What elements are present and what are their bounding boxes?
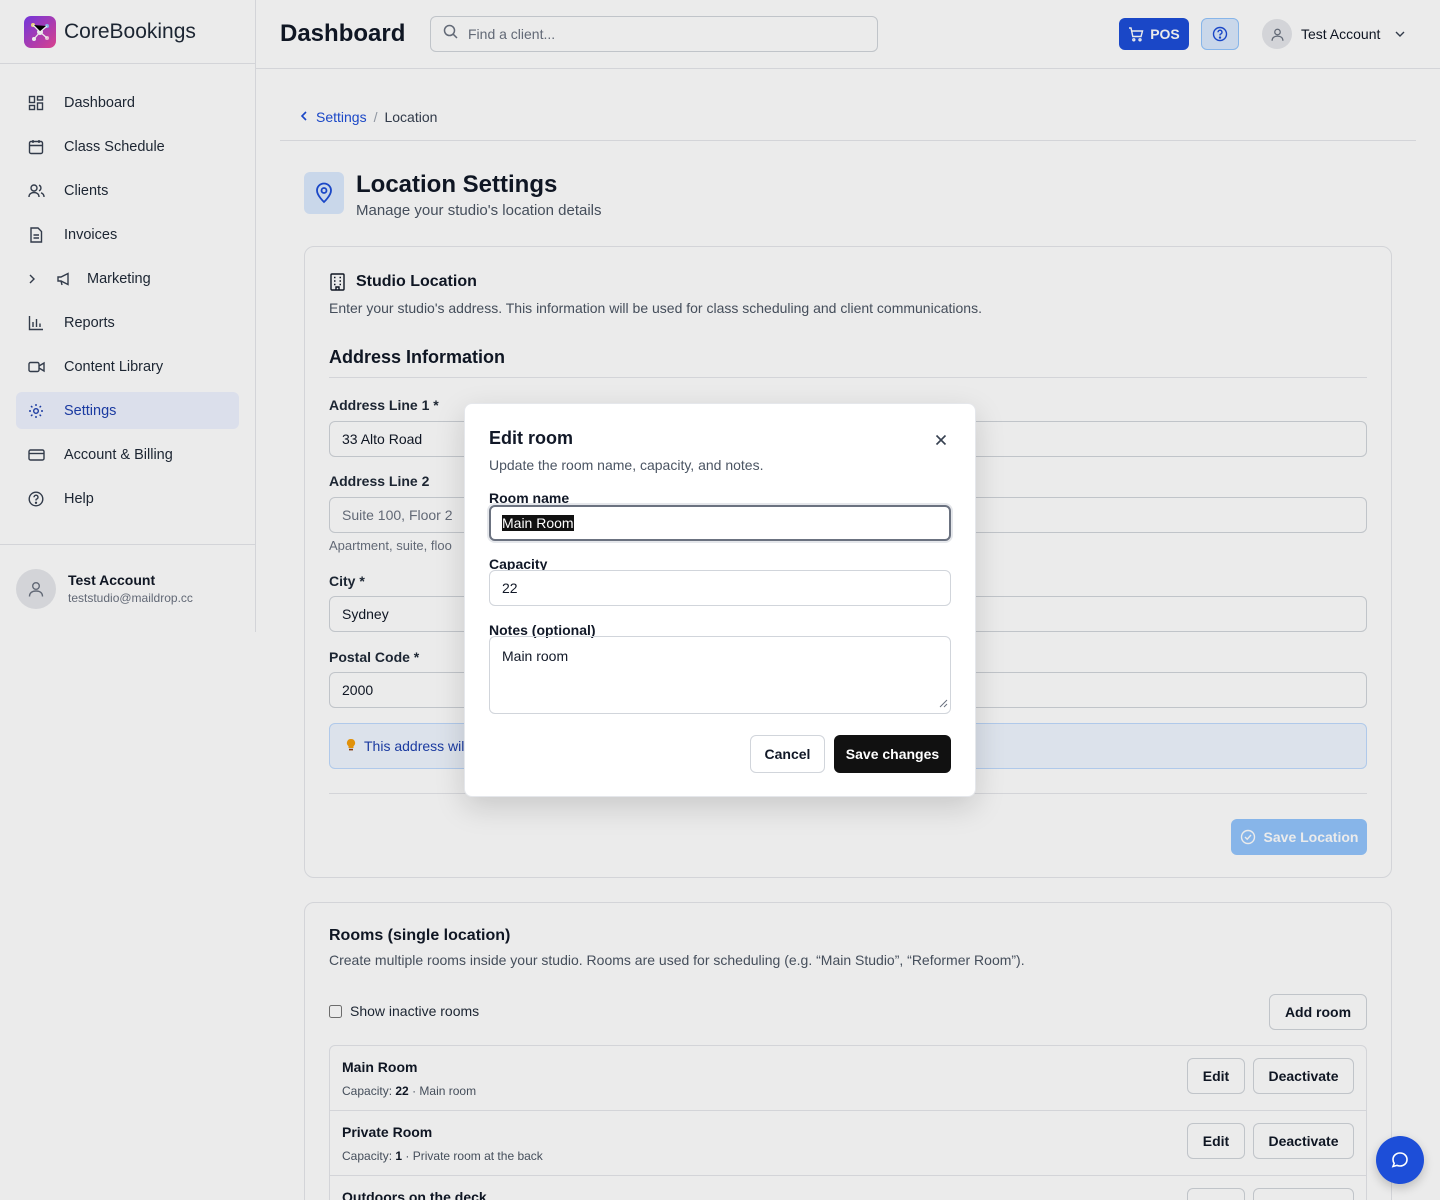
room-name-value: Main Room xyxy=(502,515,574,531)
dialog-subtitle: Update the room name, capacity, and note… xyxy=(489,457,764,473)
edit-room-dialog: Edit room Update the room name, capacity… xyxy=(464,403,976,797)
close-icon[interactable] xyxy=(931,430,951,450)
capacity-field[interactable] xyxy=(489,570,951,606)
room-name-label: Room name xyxy=(489,490,570,506)
notes-textarea[interactable]: Main room xyxy=(489,636,951,714)
resize-handle-icon[interactable] xyxy=(938,695,948,711)
chat-button[interactable] xyxy=(1376,1136,1424,1184)
notes-value: Main room xyxy=(502,648,569,664)
room-name-field[interactable]: Main Room xyxy=(489,505,951,541)
cancel-button[interactable]: Cancel xyxy=(750,735,825,773)
chat-bubble-icon xyxy=(1391,1152,1408,1168)
save-changes-button[interactable]: Save changes xyxy=(834,735,951,773)
dialog-title: Edit room xyxy=(489,428,573,448)
